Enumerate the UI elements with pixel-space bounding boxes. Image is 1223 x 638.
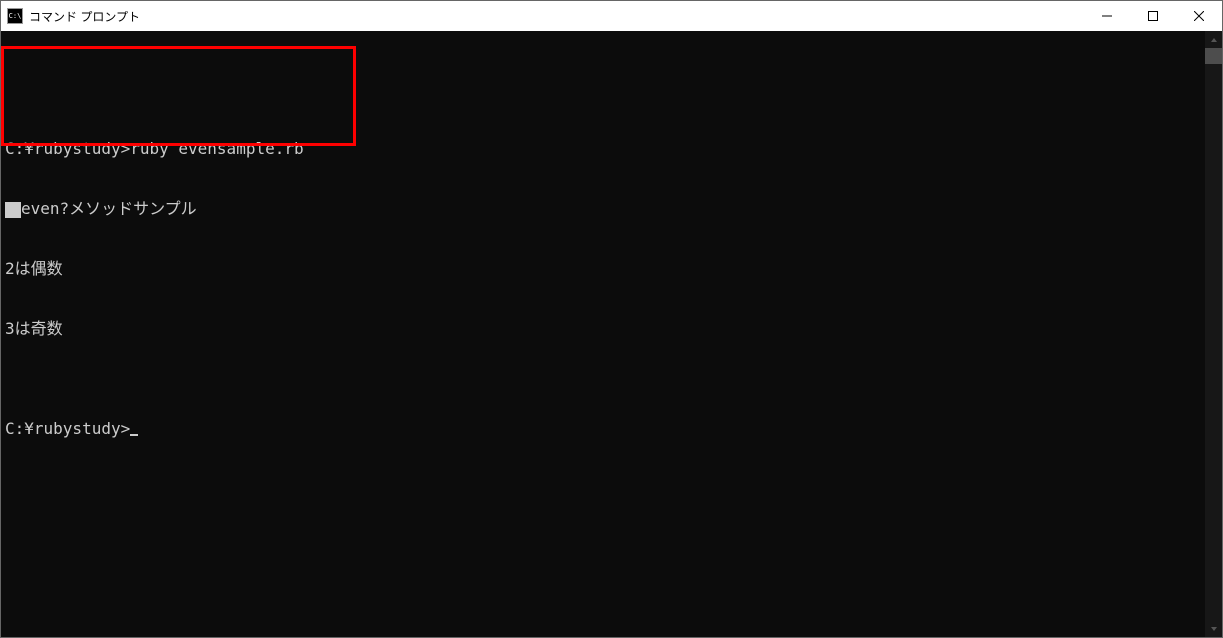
terminal-line: 3は奇数 [1, 319, 1205, 339]
scroll-thumb[interactable] [1205, 48, 1222, 64]
command-prompt-window: C:\ コマンド プロンプト C: [0, 0, 1223, 638]
close-button[interactable] [1176, 1, 1222, 31]
vertical-scrollbar[interactable] [1205, 31, 1222, 637]
scroll-down-button[interactable] [1205, 620, 1222, 637]
maximize-icon [1148, 11, 1158, 21]
scroll-track[interactable] [1205, 48, 1222, 620]
block-char-icon [5, 202, 21, 218]
titlebar[interactable]: C:\ コマンド プロンプト [1, 1, 1222, 31]
window-title: コマンド プロンプト [29, 8, 1084, 25]
terminal-content[interactable]: C:¥rubystudy>ruby evensample.rb even?メソッ… [1, 31, 1205, 637]
app-icon: C:\ [7, 8, 23, 24]
close-icon [1194, 11, 1204, 21]
scroll-up-button[interactable] [1205, 31, 1222, 48]
cursor-icon [130, 434, 138, 436]
terminal-line: C:¥rubystudy>ruby evensample.rb [1, 139, 1205, 159]
maximize-button[interactable] [1130, 1, 1176, 31]
terminal-area: C:¥rubystudy>ruby evensample.rb even?メソッ… [1, 31, 1222, 637]
terminal-prompt-line: C:¥rubystudy> [1, 419, 1205, 439]
chevron-down-icon [1210, 625, 1218, 633]
minimize-icon [1102, 11, 1112, 21]
terminal-line: even?メソッドサンプル [1, 199, 1205, 219]
minimize-button[interactable] [1084, 1, 1130, 31]
window-controls [1084, 1, 1222, 31]
chevron-up-icon [1210, 36, 1218, 44]
terminal-line: 2は偶数 [1, 259, 1205, 279]
